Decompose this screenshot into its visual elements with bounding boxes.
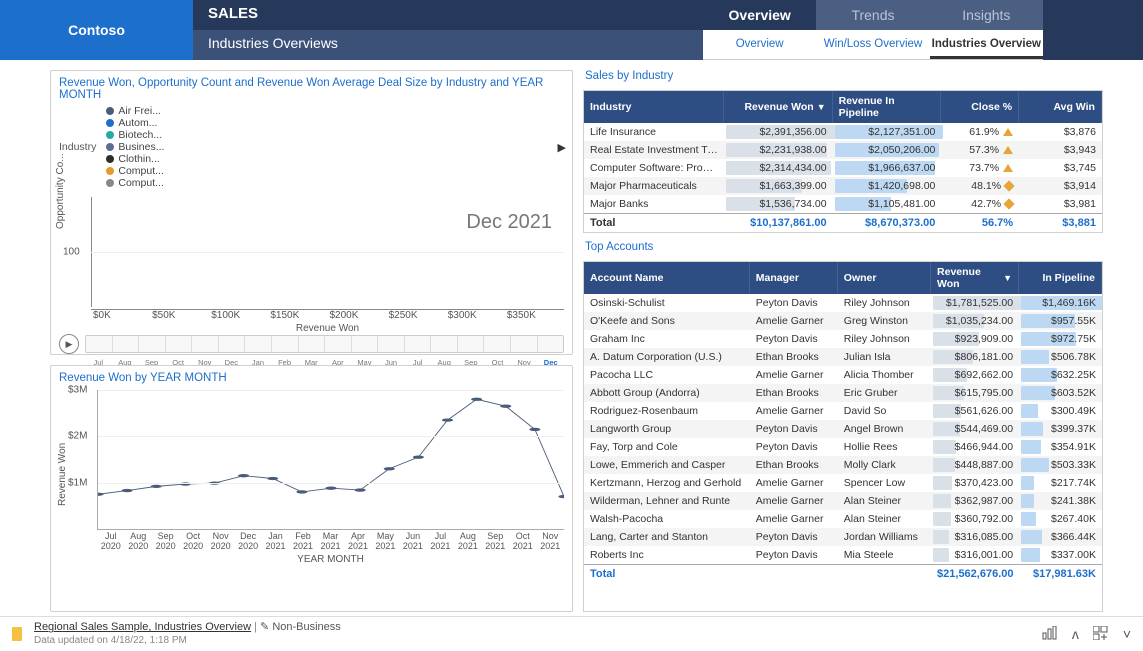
table-row[interactable]: A. Datum Corporation (U.S.)Ethan BrooksJ… [584,348,1102,366]
trend-neutral-icon [1003,198,1014,209]
table-header[interactable]: Account Name [584,262,750,294]
legend-item[interactable]: Air Frei... [106,105,164,117]
table-row[interactable]: Wilderman, Lehner and RunteAmelie Garner… [584,492,1102,510]
scatter-plot-area[interactable]: 100 [91,197,564,307]
sub-tab-industries-overview[interactable]: Industries Overview [930,30,1043,59]
table-row[interactable]: Lang, Carter and StantonPeyton DavisJord… [584,528,1102,546]
sub-tab-win-loss-overview[interactable]: Win/Loss Overview [816,30,929,59]
time-slider[interactable] [85,335,564,353]
table-row[interactable]: Pacocha LLCAmelie GarnerAlicia Thomber$6… [584,366,1102,384]
table-row[interactable]: Real Estate Investment Trusts$2,231,938.… [584,141,1102,159]
legend-item[interactable]: Comput... [106,165,164,177]
top-accounts-label: Top Accounts [583,241,1103,253]
app-title: SALES [193,0,703,30]
table-row[interactable]: Major Pharmaceuticals$1,663,399.00$1,420… [584,177,1102,195]
scatter-y-tick: 100 [63,247,80,258]
line-chart-card: Revenue Won by YEAR MONTH Revenue Won $1… [50,365,573,612]
scatter-card: Revenue Won, Opportunity Count and Reven… [50,70,573,355]
sub-tab-overview[interactable]: Overview [703,30,816,59]
main-tab-trends[interactable]: Trends [816,0,929,30]
main-tab-overview[interactable]: Overview [703,0,816,30]
scatter-x-ticks: $0K$50K$100K$150K$200K$250K$300K$350K [91,309,564,321]
sensitivity-label: Non-Business [272,621,340,633]
sub-nav-tabs: OverviewWin/Loss OverviewIndustries Over… [703,30,1043,60]
table-header[interactable]: Manager [750,262,838,294]
top-accounts-table: Account NameManagerOwnerRevenue Won▼In P… [583,261,1103,612]
play-button[interactable]: ▶ [59,334,79,354]
legend-next-icon[interactable]: ▶ [558,141,566,154]
scatter-y-label: Opportunity Co... [55,153,66,229]
data-updated-label: Data updated on 4/18/22, 1:18 PM [34,635,341,647]
trend-neutral-icon [1003,180,1014,191]
table-row[interactable]: Lowe, Emmerich and CasperEthan BrooksMol… [584,456,1102,474]
legend-field-label: Industry [59,141,96,153]
legend-item[interactable]: Busines... [106,141,164,153]
powerbi-logo-icon [12,627,22,641]
line-y-label: Revenue Won [57,443,68,506]
top-accounts-scroll[interactable]: Osinski-SchulistPeyton DavisRiley Johnso… [584,294,1102,564]
chevron-down-icon[interactable]: ˅ [1123,626,1131,643]
table-row[interactable]: Kertzmann, Herzog and GerholdAmelie Garn… [584,474,1102,492]
table-header[interactable]: Revenue Won▼ [931,262,1019,294]
legend-item[interactable]: Clothin... [106,153,164,165]
sales-by-industry-table: IndustryRevenue Won▼Revenue In PipelineC… [583,90,1103,233]
chart-view-icon[interactable] [1042,626,1058,643]
main-nav-tabs: OverviewTrendsInsights [703,0,1043,30]
table-header[interactable]: In Pipeline [1019,262,1102,294]
table-header[interactable]: Close % [941,91,1019,123]
table-row[interactable]: Life Insurance$2,391,356.00$2,127,351.00… [584,123,1102,141]
sensitivity-icon: ✎ [260,621,269,633]
top-bar: Contoso SALES OverviewTrendsInsights Ind… [0,0,1143,60]
sort-down-icon: ▼ [817,102,826,112]
line-chart-title: Revenue Won by YEAR MONTH [51,366,572,386]
status-bar: Regional Sales Sample, Industries Overvi… [0,616,1143,651]
collapse-up-icon[interactable]: ʌ [1072,626,1079,643]
scatter-legend: Industry Air Frei...Autom...Biotech...Bu… [51,103,572,191]
scatter-title: Revenue Won, Opportunity Count and Reven… [51,71,572,103]
table-header[interactable]: Revenue Won▼ [724,91,833,123]
table-row[interactable]: Computer Software: Progra...$2,314,434.0… [584,159,1102,177]
scatter-x-label: Revenue Won [91,323,564,334]
table-row[interactable]: Fay, Torp and ColePeyton DavisHollie Ree… [584,438,1102,456]
line-plot-area[interactable]: $1M$2M$3M [97,390,564,530]
legend-item[interactable]: Autom... [106,117,164,129]
table-row[interactable]: O'Keefe and SonsAmelie GarnerGreg Winsto… [584,312,1102,330]
table-row[interactable]: Walsh-PacochaAmelie GarnerAlan Steiner$3… [584,510,1102,528]
main-tab-insights[interactable]: Insights [930,0,1043,30]
table-header[interactable]: Industry [584,91,724,123]
grid-add-icon[interactable] [1093,626,1109,643]
breadcrumb[interactable]: Regional Sales Sample, Industries Overvi… [34,621,251,633]
table-row[interactable]: Roberts IncPeyton DavisMia Steele$316,00… [584,546,1102,564]
sales-by-industry-label: Sales by Industry [583,70,1103,82]
table-row[interactable]: Langworth GroupPeyton DavisAngel Brown$5… [584,420,1102,438]
table-header[interactable]: Avg Win [1019,91,1102,123]
trend-up-icon [1003,164,1013,172]
table-row[interactable]: Rodriguez-RosenbaumAmelie GarnerDavid So… [584,402,1102,420]
logo-tile: Contoso [0,0,193,60]
legend-item[interactable]: Comput... [106,177,164,189]
table-row[interactable]: Major Banks$1,536,734.00$1,105,481.0042.… [584,195,1102,213]
line-x-label: YEAR MONTH [97,554,564,565]
trend-up-icon [1003,128,1013,136]
sort-down-icon: ▼ [1003,273,1012,283]
table-row[interactable]: Graham IncPeyton DavisRiley Johnson$923,… [584,330,1102,348]
table-header[interactable]: Owner [838,262,931,294]
table-header[interactable]: Revenue In Pipeline [833,91,942,123]
table-row[interactable]: Abbott Group (Andorra)Ethan BrooksEric G… [584,384,1102,402]
trend-up-icon [1003,146,1013,154]
page-subtitle: Industries Overviews [193,30,703,60]
legend-item[interactable]: Biotech... [106,129,164,141]
table-row[interactable]: Osinski-SchulistPeyton DavisRiley Johnso… [584,294,1102,312]
line-x-ticks: Jul2020Aug2020Sep2020Oct2020Nov2020Dec20… [97,532,564,552]
